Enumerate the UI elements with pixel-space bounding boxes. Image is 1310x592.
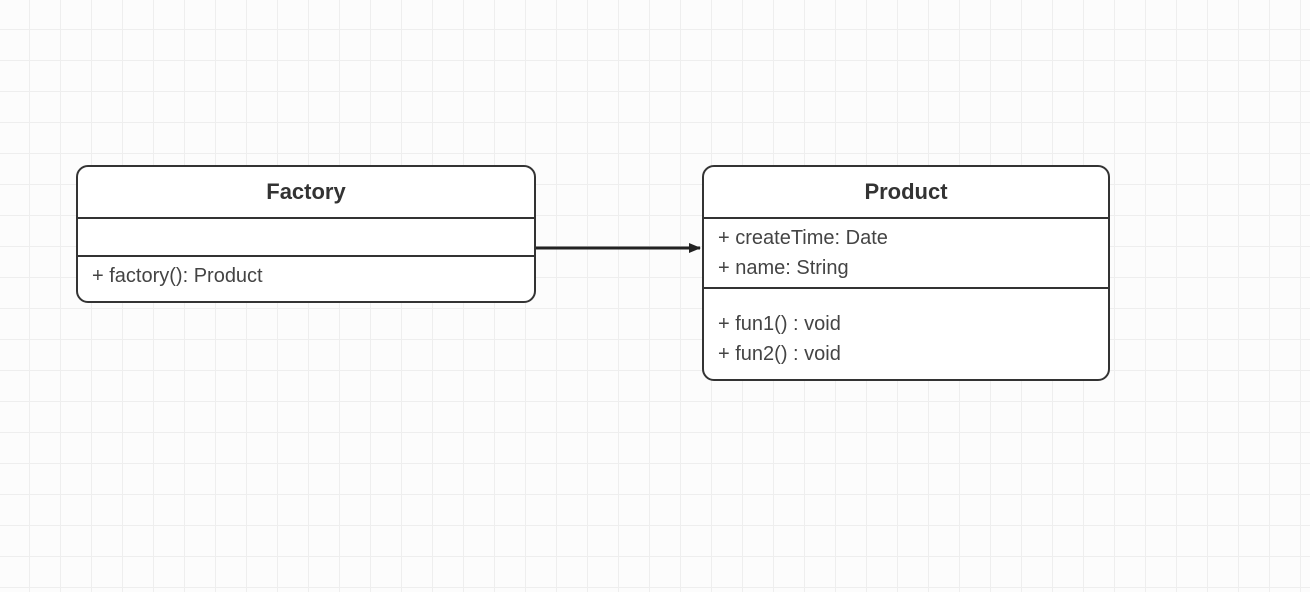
class-title: Factory bbox=[78, 167, 534, 219]
class-methods-section: + fun1() : void + fun2() : void bbox=[704, 289, 1108, 379]
attribute-line: + name: String bbox=[718, 253, 1094, 283]
method-line: + factory(): Product bbox=[92, 261, 520, 291]
attribute-line: + createTime: Date bbox=[718, 223, 1094, 253]
method-line: + fun1() : void bbox=[718, 309, 1094, 339]
class-methods-section: + factory(): Product bbox=[78, 257, 534, 301]
class-attributes-section: + createTime: Date + name: String bbox=[704, 219, 1108, 289]
class-attributes-section bbox=[78, 219, 534, 257]
class-title: Product bbox=[704, 167, 1108, 219]
uml-class-product[interactable]: Product + createTime: Date + name: Strin… bbox=[702, 165, 1110, 381]
uml-class-factory[interactable]: Factory + factory(): Product bbox=[76, 165, 536, 303]
method-line: + fun2() : void bbox=[718, 339, 1094, 369]
